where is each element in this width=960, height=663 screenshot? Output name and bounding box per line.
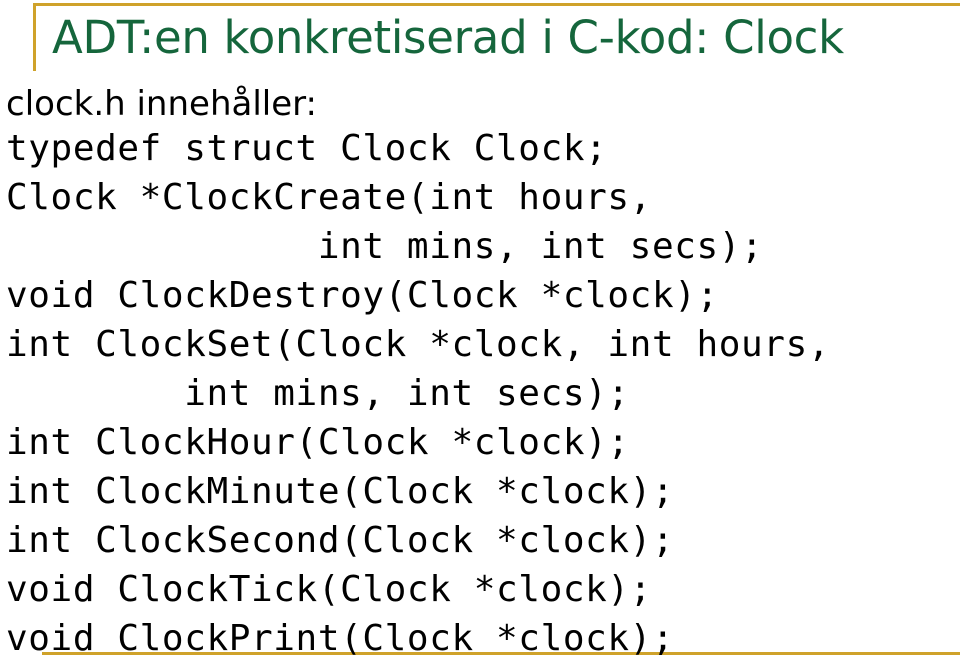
code-line: typedef struct Clock Clock;	[6, 128, 608, 169]
slide-title: ADT:en konkretiserad i C-kod: Clock	[52, 11, 844, 64]
code-line: void ClockTick(Clock *clock);	[6, 569, 652, 610]
accent-rule-left	[33, 3, 36, 71]
intro-text: clock.h innehåller:	[6, 84, 317, 124]
code-line: int mins, int secs);	[6, 373, 630, 414]
code-line: void ClockDestroy(Clock *clock);	[6, 275, 719, 316]
slide-body: clock.h innehåller: typedef struct Clock…	[0, 80, 960, 659]
code-line: Clock *ClockCreate(int hours,	[6, 177, 652, 218]
code-line: int mins, int secs);	[6, 226, 764, 267]
code-line: int ClockMinute(Clock *clock);	[6, 471, 675, 512]
code-line: int ClockSet(Clock *clock, int hours,	[6, 324, 831, 365]
code-line: int ClockHour(Clock *clock);	[6, 422, 630, 463]
slide-canvas: ADT:en konkretiserad i C-kod: Clock cloc…	[0, 0, 960, 659]
code-listing: typedef struct Clock Clock; Clock *Clock…	[0, 124, 960, 663]
code-line: int ClockSecond(Clock *clock);	[6, 520, 675, 561]
code-line: void ClockPrint(Clock *clock);	[6, 618, 675, 659]
accent-rule-top	[33, 3, 960, 6]
